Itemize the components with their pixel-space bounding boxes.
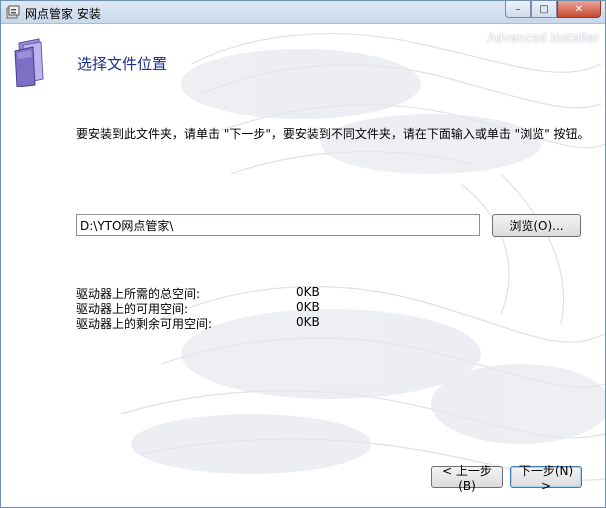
required-space-value: 0KB <box>296 285 320 299</box>
close-icon: ✕ <box>574 3 584 15</box>
remaining-space-value: 0KB <box>296 315 320 329</box>
browse-button[interactable]: 浏览(O)... <box>492 214 581 237</box>
background-sketch <box>120 33 605 481</box>
page-title: 选择文件位置 <box>77 55 168 73</box>
caption-buttons: – □ ✕ <box>505 1 601 19</box>
wizard-content: Advanced Installer 选择文件位置 要安装到此文件夹，请单击 "… <box>1 24 605 507</box>
minimize-button[interactable]: – <box>505 1 531 18</box>
title-bar[interactable]: 网点管家 安装 – □ ✕ <box>1 1 605 24</box>
installer-window: 网点管家 安装 – □ ✕ Advanced Installer 选择文件位置 … <box>0 0 606 508</box>
close-button[interactable]: ✕ <box>557 1 601 18</box>
install-path-input[interactable] <box>76 214 480 236</box>
remaining-space-label: 驱动器上的剩余可用空间: <box>76 317 213 331</box>
advanced-installer-watermark: Advanced Installer <box>487 31 599 45</box>
available-space-value: 0KB <box>296 300 320 314</box>
maximize-icon: □ <box>539 3 549 15</box>
back-button[interactable]: < 上一步(B) <box>431 464 503 493</box>
installer-app-icon <box>6 5 20 19</box>
next-button[interactable]: 下一步(N) > <box>510 464 582 493</box>
window-title: 网点管家 安装 <box>25 7 101 21</box>
folder-icon <box>14 38 44 87</box>
instruction-text: 要安装到此文件夹，请单击 "下一步"，要安装到不同文件夹，请在下面输入或单击 "… <box>76 127 590 141</box>
minimize-icon: – <box>515 3 521 15</box>
maximize-button[interactable]: □ <box>531 1 557 18</box>
